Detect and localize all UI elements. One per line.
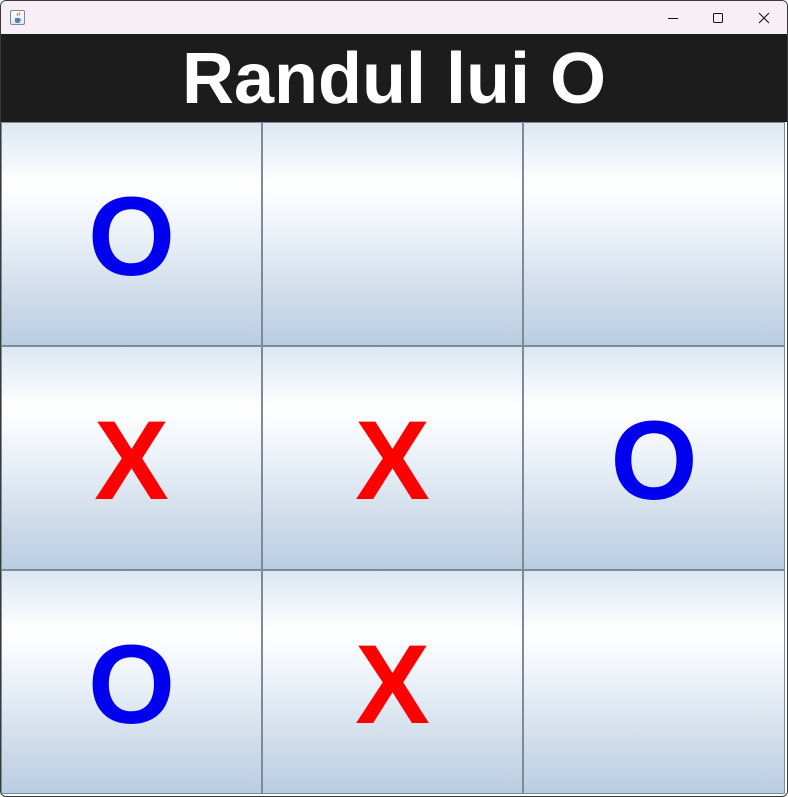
board-cell-5[interactable]: X bbox=[262, 346, 523, 570]
cell-mark: O bbox=[87, 622, 176, 747]
board-cell-3[interactable] bbox=[523, 122, 785, 346]
java-cup-icon bbox=[10, 10, 25, 25]
close-button[interactable] bbox=[741, 1, 787, 34]
maximize-button[interactable] bbox=[695, 1, 741, 34]
board-cell-9[interactable] bbox=[523, 570, 785, 794]
cell-mark: X bbox=[94, 398, 169, 523]
board-cell-8[interactable]: X bbox=[262, 570, 523, 794]
game-board: O X X O O X bbox=[1, 122, 787, 796]
board-cell-1[interactable]: O bbox=[1, 122, 262, 346]
board-cell-7[interactable]: O bbox=[1, 570, 262, 794]
maximize-icon bbox=[713, 12, 723, 23]
board-cell-6[interactable]: O bbox=[523, 346, 785, 570]
turn-header: Randul lui O bbox=[1, 34, 787, 122]
app-window: Randul lui O O X X O O X bbox=[0, 0, 788, 797]
board-cell-2[interactable] bbox=[262, 122, 523, 346]
board-cell-4[interactable]: X bbox=[1, 346, 262, 570]
cell-mark: O bbox=[610, 398, 698, 523]
cell-mark: X bbox=[355, 622, 430, 747]
minimize-button[interactable] bbox=[650, 1, 696, 34]
cell-mark: X bbox=[355, 398, 430, 523]
turn-indicator-text: Randul lui O bbox=[182, 39, 606, 119]
minimize-icon bbox=[668, 17, 678, 19]
cell-mark: O bbox=[87, 174, 176, 299]
title-bar[interactable] bbox=[1, 1, 787, 34]
close-icon bbox=[758, 12, 770, 23]
